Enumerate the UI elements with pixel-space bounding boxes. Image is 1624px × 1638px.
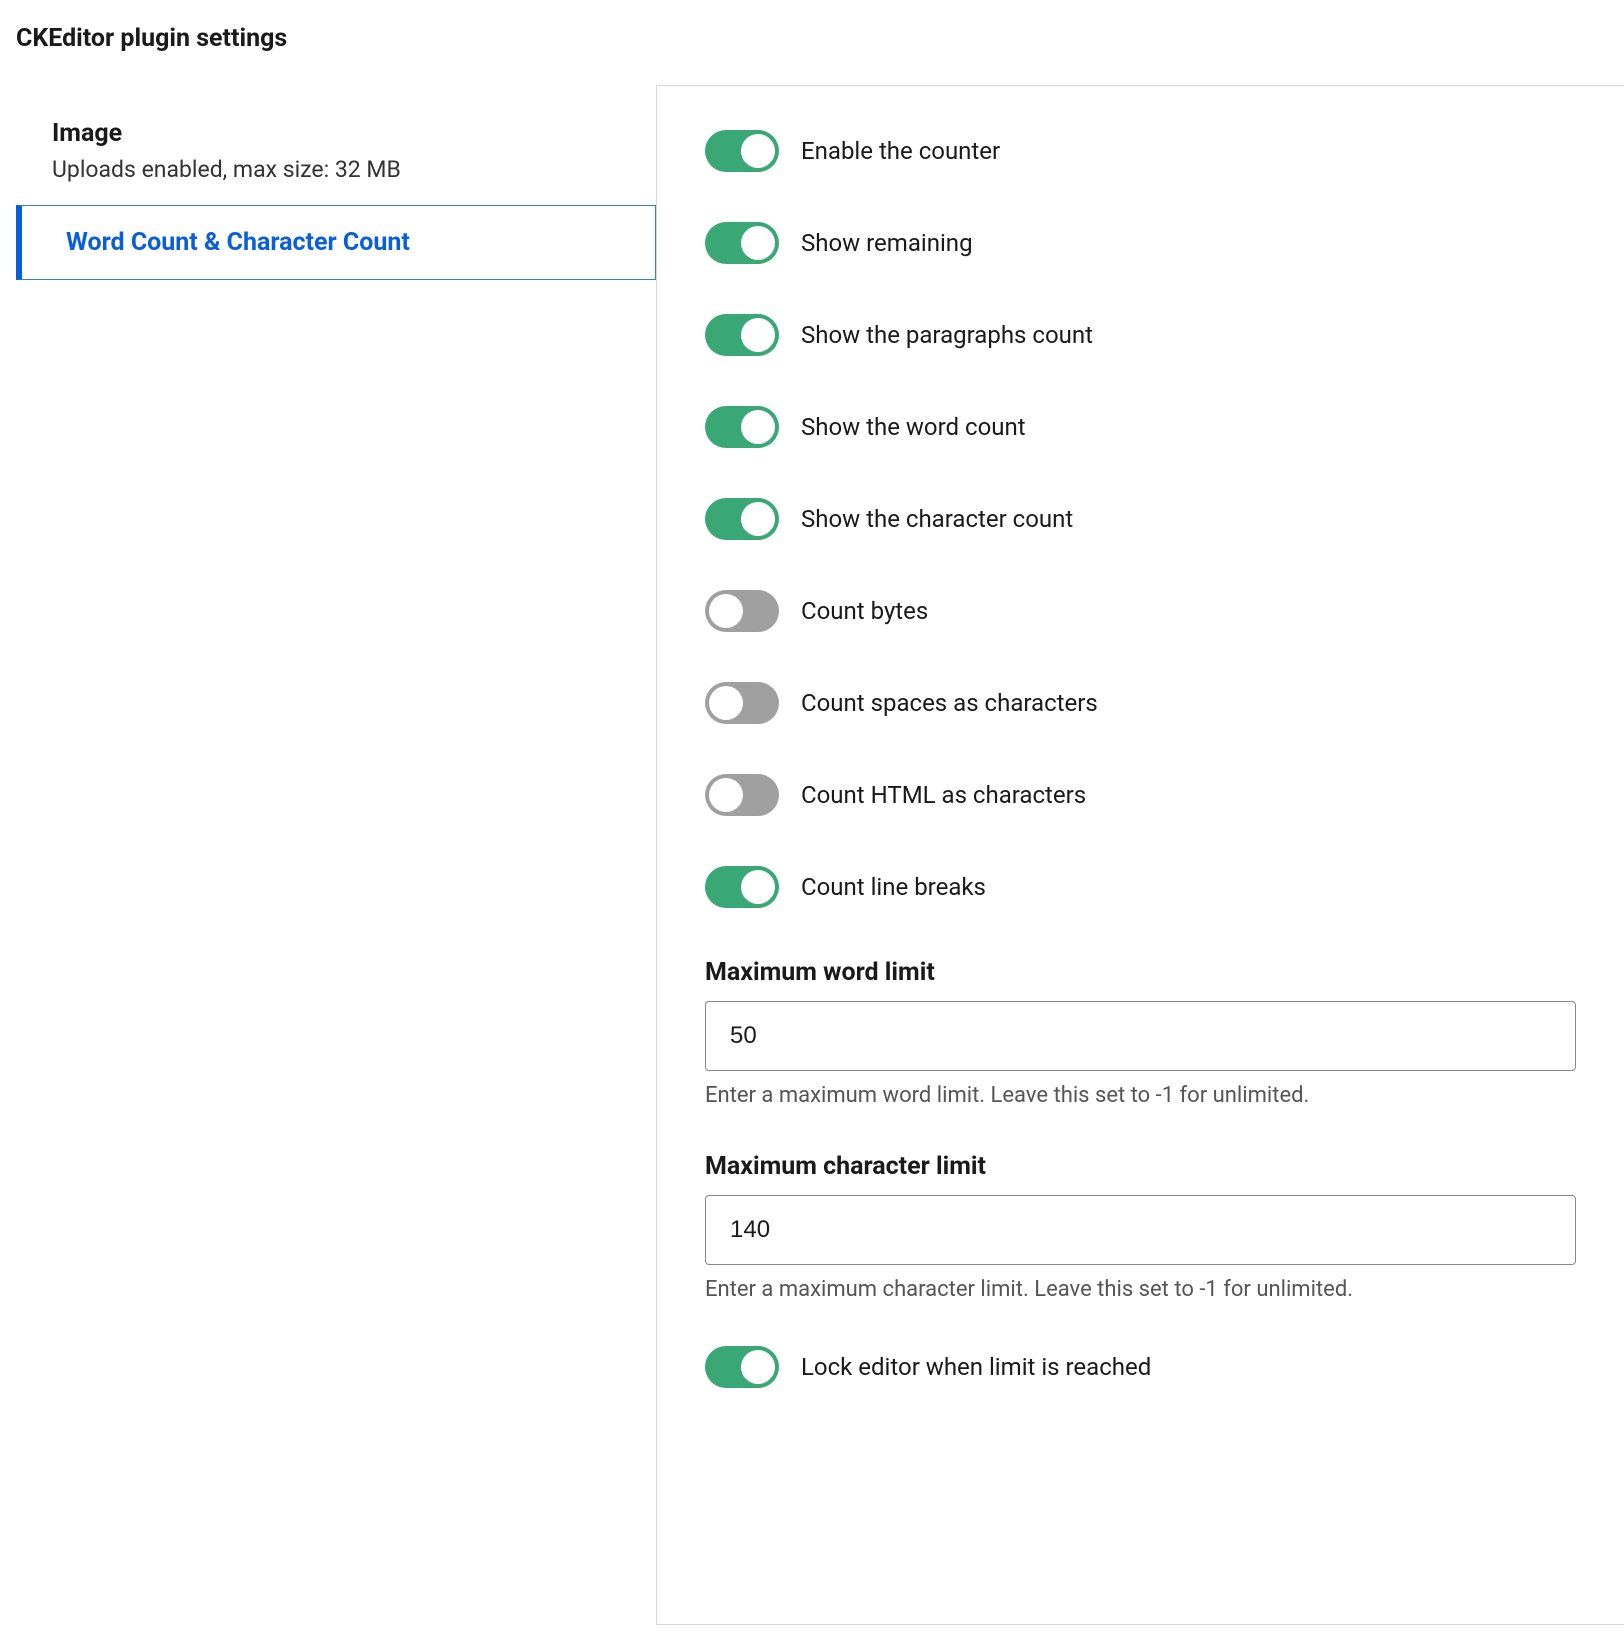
toggle-row: Enable the counter xyxy=(705,130,1576,172)
toggle-knob xyxy=(741,410,775,444)
sidebar-tab-word-count[interactable]: Word Count & Character Count xyxy=(16,205,656,280)
toggle-label: Show the character count xyxy=(801,505,1073,533)
sidebar-tab-image[interactable]: Image Uploads enabled, max size: 32 MB xyxy=(16,97,656,205)
toggle-show-remaining[interactable] xyxy=(705,222,779,264)
toggle-count-spaces[interactable] xyxy=(705,682,779,724)
sidebar-tab-title: Image xyxy=(52,119,620,148)
toggle-label: Lock editor when limit is reached xyxy=(801,1353,1151,1381)
toggle-show-paragraphs[interactable] xyxy=(705,314,779,356)
settings-layout: Image Uploads enabled, max size: 32 MB W… xyxy=(16,85,1624,1625)
toggle-show-word-count[interactable] xyxy=(705,406,779,448)
field-max-char-limit: Maximum character limit Enter a maximum … xyxy=(705,1152,1576,1302)
input-max-word[interactable] xyxy=(705,1001,1576,1071)
toggle-count-html[interactable] xyxy=(705,774,779,816)
field-help-max-word: Enter a maximum word limit. Leave this s… xyxy=(705,1083,1576,1108)
toggle-row: Show remaining xyxy=(705,222,1576,264)
toggle-knob xyxy=(741,1350,775,1384)
toggle-knob xyxy=(709,778,743,812)
content-panel: Enable the counter Show remaining Show the… xyxy=(656,85,1624,1625)
field-label-max-word: Maximum word limit xyxy=(705,958,1576,987)
toggle-knob xyxy=(741,318,775,352)
toggle-label: Count HTML as characters xyxy=(801,781,1086,809)
page-title: CKEditor plugin settings xyxy=(16,24,1624,53)
toggle-label: Show remaining xyxy=(801,229,973,257)
sidebar-tab-title: Word Count & Character Count xyxy=(66,228,619,257)
toggle-show-char-count[interactable] xyxy=(705,498,779,540)
toggle-row: Count line breaks xyxy=(705,866,1576,908)
toggle-label: Count spaces as characters xyxy=(801,689,1098,717)
toggle-row: Lock editor when limit is reached xyxy=(705,1346,1576,1388)
field-max-word-limit: Maximum word limit Enter a maximum word … xyxy=(705,958,1576,1108)
toggle-count-bytes[interactable] xyxy=(705,590,779,632)
toggle-row: Show the paragraphs count xyxy=(705,314,1576,356)
input-max-char[interactable] xyxy=(705,1195,1576,1265)
toggle-knob xyxy=(741,502,775,536)
sidebar-tab-subtitle: Uploads enabled, max size: 32 MB xyxy=(52,156,620,183)
toggle-row: Count bytes xyxy=(705,590,1576,632)
toggle-knob xyxy=(709,594,743,628)
field-help-max-char: Enter a maximum character limit. Leave t… xyxy=(705,1277,1576,1302)
toggle-label: Count line breaks xyxy=(801,873,986,901)
toggle-row: Show the character count xyxy=(705,498,1576,540)
toggle-label: Count bytes xyxy=(801,597,928,625)
toggle-count-line-breaks[interactable] xyxy=(705,866,779,908)
toggle-knob xyxy=(741,226,775,260)
toggle-enable-counter[interactable] xyxy=(705,130,779,172)
toggle-label: Show the paragraphs count xyxy=(801,321,1093,349)
toggle-lock-editor[interactable] xyxy=(705,1346,779,1388)
toggle-row: Count spaces as characters xyxy=(705,682,1576,724)
toggle-knob xyxy=(741,870,775,904)
field-label-max-char: Maximum character limit xyxy=(705,1152,1576,1181)
toggle-knob xyxy=(741,134,775,168)
toggle-label: Enable the counter xyxy=(801,137,1000,165)
toggle-row: Show the word count xyxy=(705,406,1576,448)
toggle-row: Count HTML as characters xyxy=(705,774,1576,816)
sidebar: Image Uploads enabled, max size: 32 MB W… xyxy=(16,85,656,280)
toggle-label: Show the word count xyxy=(801,413,1026,441)
toggle-knob xyxy=(709,686,743,720)
